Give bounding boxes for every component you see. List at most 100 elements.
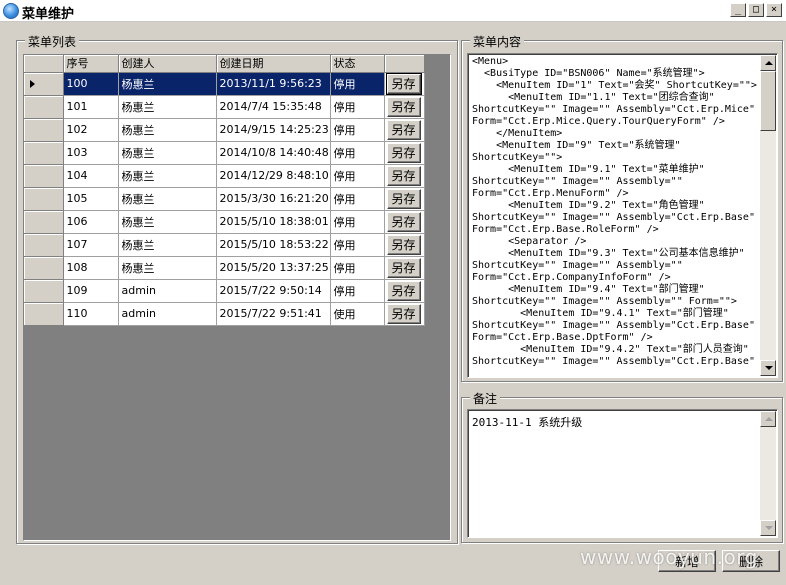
cell-creator[interactable]: 杨惠兰 (118, 141, 217, 165)
cell-date[interactable]: 2015/5/20 13:37:25 (216, 256, 331, 280)
cell-creator[interactable]: 杨惠兰 (118, 210, 217, 234)
table-row[interactable]: 107 杨惠兰 2015/5/10 18:53:22 停用 另存 (24, 233, 425, 257)
menu-content-scrollbar[interactable] (760, 55, 776, 376)
save-as-button[interactable]: 另存 (386, 303, 421, 324)
cell-id[interactable]: 104 (63, 164, 119, 188)
cell-id[interactable]: 108 (63, 256, 119, 280)
cell-date[interactable]: 2014/9/15 14:25:23 (216, 118, 331, 142)
save-as-button[interactable]: 另存 (386, 234, 421, 255)
menu-list-grid[interactable]: 序号 创建人 创建日期 状态 100 杨惠兰 2013/11/1 9:56:23 停用… (23, 54, 451, 541)
cell-date[interactable]: 2015/5/10 18:38:01 (216, 210, 331, 234)
table-row[interactable]: 100 杨惠兰 2013/11/1 9:56:23 停用 另存 (24, 72, 425, 96)
cell-action: 另存 (384, 118, 425, 142)
cell-date[interactable]: 2015/5/10 18:53:22 (216, 233, 331, 257)
remark-textbox[interactable]: 2013-11-1 系统升级 (467, 409, 778, 538)
cell-creator[interactable]: 杨惠兰 (118, 72, 217, 96)
table-row[interactable]: 102 杨惠兰 2014/9/15 14:25:23 停用 另存 (24, 118, 425, 142)
minimize-button[interactable]: _ (730, 3, 746, 17)
row-header[interactable] (24, 233, 64, 257)
cell-status[interactable]: 停用 (330, 279, 385, 303)
cell-id[interactable]: 101 (63, 95, 119, 119)
row-header[interactable] (24, 187, 64, 211)
save-as-button[interactable]: 另存 (386, 257, 421, 278)
cell-id[interactable]: 105 (63, 187, 119, 211)
scroll-down-button[interactable] (760, 360, 776, 376)
table-row[interactable]: 103 杨惠兰 2014/10/8 14:40:48 停用 另存 (24, 141, 425, 165)
table-row[interactable]: 104 杨惠兰 2014/12/29 8:48:10 停用 另存 (24, 164, 425, 188)
cell-date[interactable]: 2014/7/4 15:35:48 (216, 95, 331, 119)
menu-content-textbox[interactable]: <Menu> <BusiType ID="BSN006" Name="系统管理"… (467, 53, 778, 378)
save-as-button[interactable]: 另存 (386, 165, 421, 186)
save-as-button[interactable]: 另存 (386, 211, 421, 232)
cell-creator[interactable]: 杨惠兰 (118, 164, 217, 188)
cell-date[interactable]: 2014/10/8 14:40:48 (216, 141, 331, 165)
remark-scroll-down-button[interactable] (760, 520, 776, 536)
cell-creator[interactable]: admin (118, 302, 217, 326)
scroll-up-button[interactable] (760, 55, 776, 71)
row-header[interactable] (24, 164, 64, 188)
cell-status[interactable]: 停用 (330, 72, 385, 96)
row-header[interactable] (24, 210, 64, 234)
save-as-button[interactable]: 另存 (385, 72, 422, 94)
cell-id[interactable]: 109 (63, 279, 119, 303)
column-header-date[interactable]: 创建日期 (216, 55, 331, 73)
save-as-button[interactable]: 另存 (386, 188, 421, 209)
cell-status[interactable]: 停用 (330, 187, 385, 211)
table-row[interactable]: 109 admin 2015/7/22 9:50:14 停用 另存 (24, 279, 425, 303)
cell-creator[interactable]: 杨惠兰 (118, 95, 217, 119)
cell-status[interactable]: 停用 (330, 95, 385, 119)
remark-scroll-up-button[interactable] (760, 411, 776, 427)
column-header-id[interactable]: 序号 (63, 55, 119, 73)
column-header-status[interactable]: 状态 (330, 55, 385, 73)
row-header[interactable] (24, 279, 64, 303)
table-row[interactable]: 106 杨惠兰 2015/5/10 18:38:01 停用 另存 (24, 210, 425, 234)
scroll-thumb[interactable] (760, 71, 776, 131)
row-header[interactable] (24, 72, 64, 96)
cell-status[interactable]: 停用 (330, 118, 385, 142)
table-row[interactable]: 105 杨惠兰 2015/3/30 16:21:20 停用 另存 (24, 187, 425, 211)
cell-status[interactable]: 停用 (330, 164, 385, 188)
cell-status[interactable]: 停用 (330, 233, 385, 257)
save-as-button[interactable]: 另存 (386, 96, 421, 117)
save-as-button[interactable]: 另存 (386, 119, 421, 140)
cell-id[interactable]: 110 (63, 302, 119, 326)
save-as-button[interactable]: 另存 (386, 142, 421, 163)
table-row[interactable]: 110 admin 2015/7/22 9:51:41 使用 另存 (24, 302, 425, 326)
cell-status[interactable]: 停用 (330, 141, 385, 165)
row-header[interactable] (24, 302, 64, 326)
cell-id[interactable]: 102 (63, 118, 119, 142)
table-row[interactable]: 101 杨惠兰 2014/7/4 15:35:48 停用 另存 (24, 95, 425, 119)
close-button[interactable]: × (766, 3, 782, 17)
cell-creator[interactable]: 杨惠兰 (118, 256, 217, 280)
maximize-button[interactable]: □ (748, 3, 764, 17)
cell-status[interactable]: 停用 (330, 210, 385, 234)
window-title: 菜单维护 (22, 7, 75, 22)
remark-scrollbar[interactable] (760, 411, 776, 536)
cell-id[interactable]: 100 (63, 72, 119, 96)
cell-status[interactable]: 使用 (330, 302, 385, 326)
cell-action: 另存 (384, 233, 425, 257)
column-header-creator[interactable]: 创建人 (118, 55, 217, 73)
cell-date[interactable]: 2013/11/1 9:56:23 (216, 72, 331, 96)
cell-creator[interactable]: admin (118, 279, 217, 303)
cell-creator[interactable]: 杨惠兰 (118, 187, 217, 211)
cell-date[interactable]: 2015/7/22 9:50:14 (216, 279, 331, 303)
cell-date[interactable]: 2015/3/30 16:21:20 (216, 187, 331, 211)
save-as-button[interactable]: 另存 (386, 280, 421, 301)
cell-creator[interactable]: 杨惠兰 (118, 233, 217, 257)
row-header[interactable] (24, 141, 64, 165)
table-row[interactable]: 108 杨惠兰 2015/5/20 13:37:25 停用 另存 (24, 256, 425, 280)
arrow-down-icon (765, 366, 773, 370)
cell-date[interactable]: 2015/7/22 9:51:41 (216, 302, 331, 326)
cell-creator[interactable]: 杨惠兰 (118, 118, 217, 142)
row-header[interactable] (24, 256, 64, 280)
add-button[interactable]: 新增 (658, 550, 716, 572)
cell-id[interactable]: 106 (63, 210, 119, 234)
cell-status[interactable]: 停用 (330, 256, 385, 280)
row-header[interactable] (24, 118, 64, 142)
cell-id[interactable]: 107 (63, 233, 119, 257)
cell-date[interactable]: 2014/12/29 8:48:10 (216, 164, 331, 188)
row-header[interactable] (24, 95, 64, 119)
cell-id[interactable]: 103 (63, 141, 119, 165)
delete-button[interactable]: 删除 (722, 550, 780, 572)
